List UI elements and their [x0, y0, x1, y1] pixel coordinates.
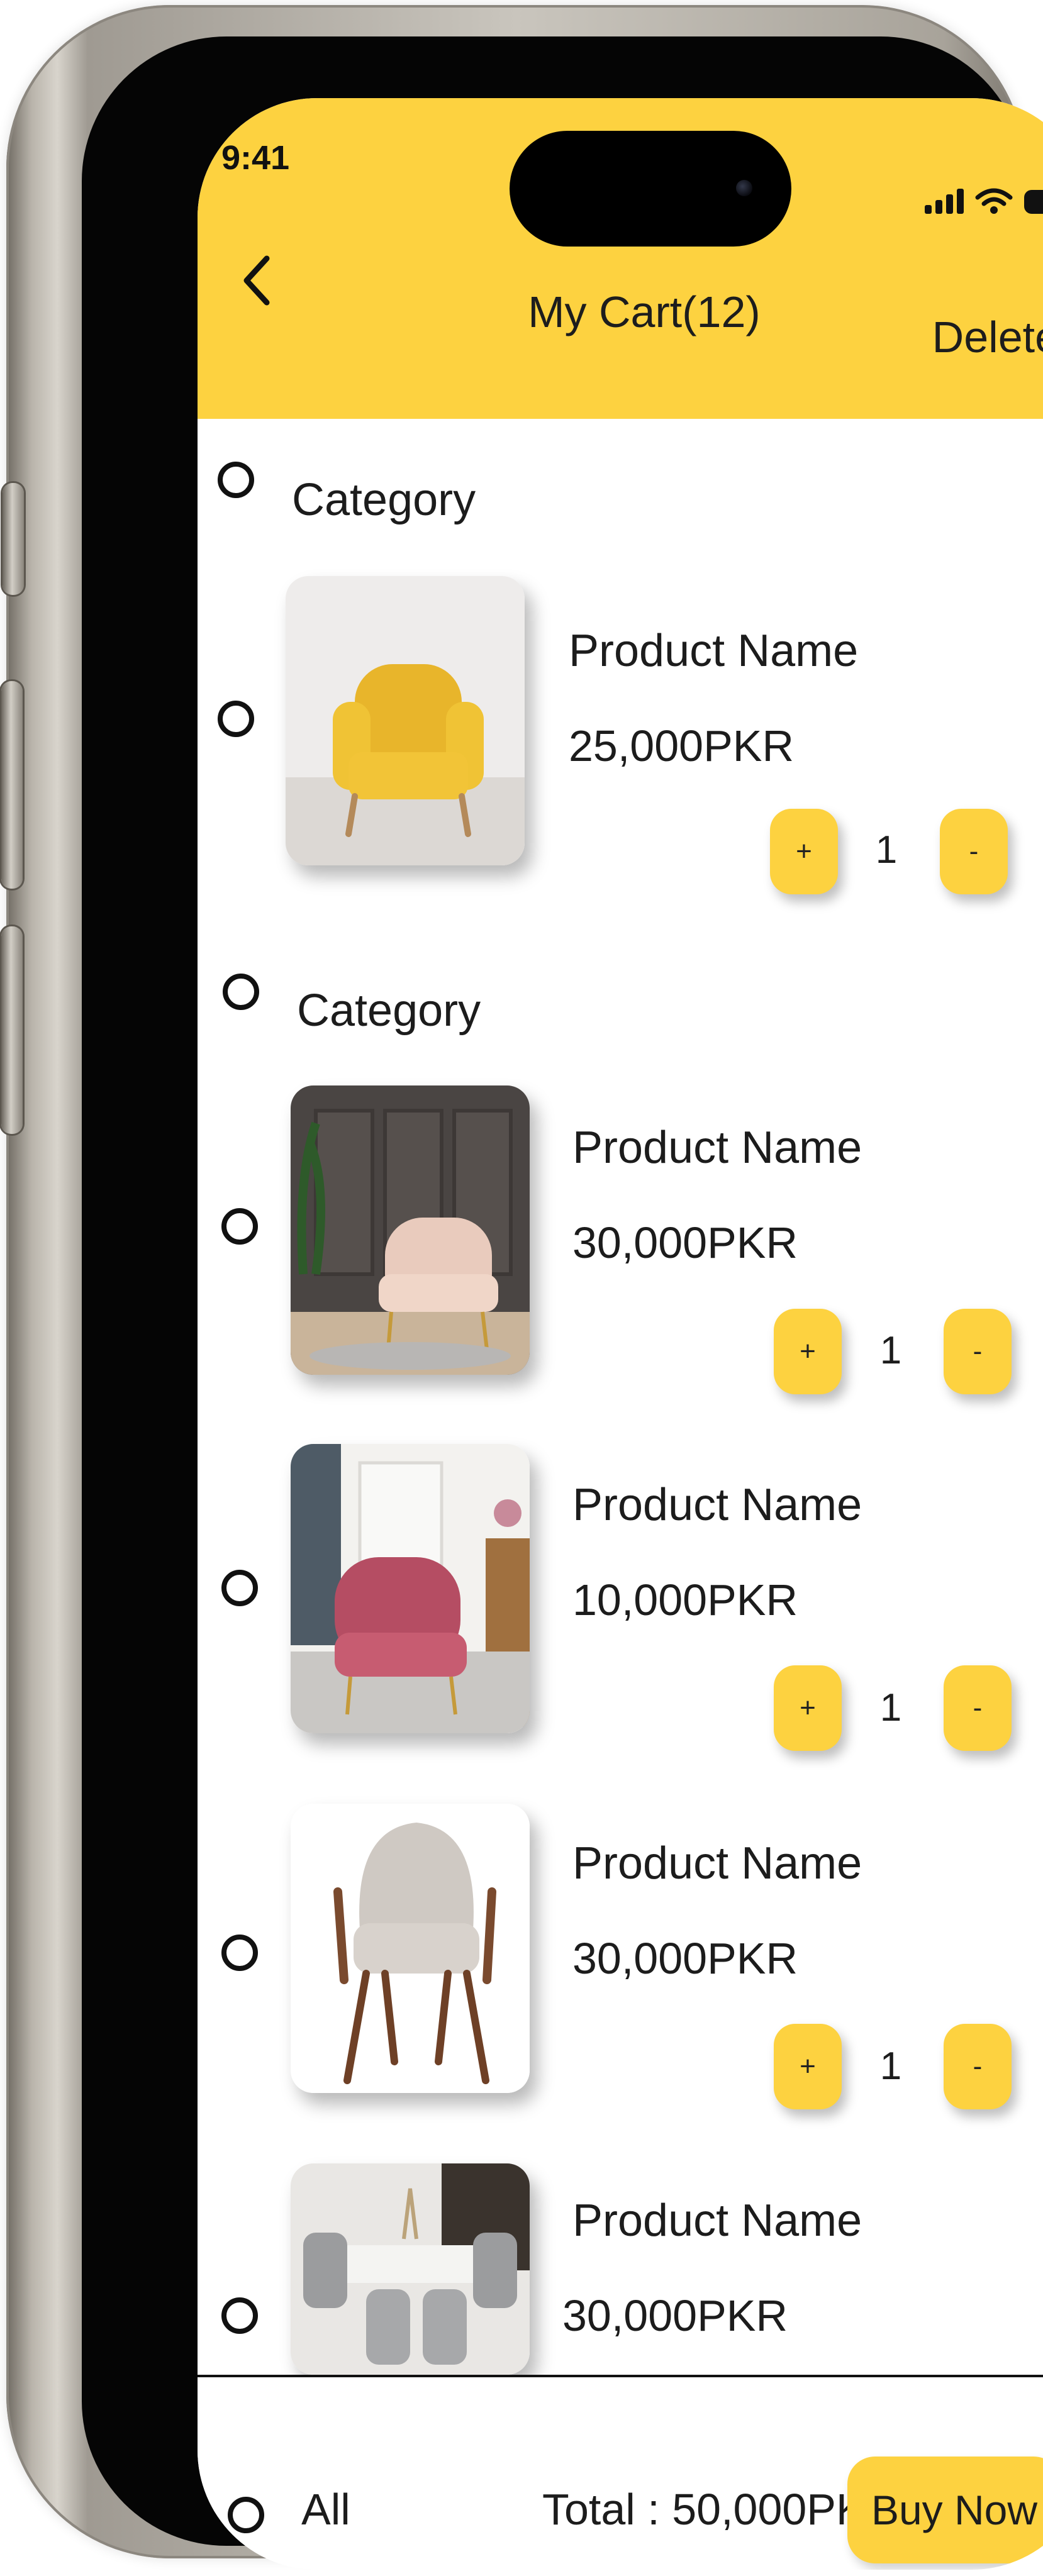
category-select-radio[interactable]	[223, 974, 259, 1010]
product-name: Product Name	[569, 626, 859, 676]
product-price: 30,000PKR	[572, 1934, 798, 1983]
product-name: Product Name	[572, 1123, 862, 1173]
buy-now-button[interactable]: Buy Now	[847, 2457, 1043, 2563]
item-select-radio[interactable]	[218, 701, 254, 737]
quantity-increase-button[interactable]: +	[774, 1665, 842, 1751]
quantity-value: 1	[875, 828, 898, 872]
item-select-radio[interactable]	[221, 2297, 258, 2334]
quantity-increase-button[interactable]: +	[770, 809, 838, 894]
page-title: My Cart(12)	[528, 287, 761, 336]
select-all-label: All	[301, 2485, 350, 2534]
front-camera-icon	[736, 180, 752, 196]
dynamic-island	[510, 131, 791, 247]
product-price: 30,000PKR	[572, 1218, 798, 1267]
product-image[interactable]	[286, 576, 525, 865]
product-price: 10,000PKR	[572, 1575, 798, 1624]
checkout-bar: All Total : 50,000PKR Buy Now	[198, 2375, 1043, 2570]
product-name: Product Name	[572, 1480, 862, 1530]
quantity-value: 1	[879, 1686, 902, 1729]
product-price: 30,000PKR	[562, 2291, 788, 2340]
quantity-decrease-button[interactable]: -	[944, 2024, 1012, 2109]
volume-down-button	[1, 926, 23, 1134]
product-image[interactable]	[291, 1444, 530, 1733]
category-label: Category	[297, 985, 481, 1036]
quantity-value: 1	[879, 2045, 902, 2088]
app-screen: 9:41 My Cart(12) Delete	[198, 98, 1043, 2570]
status-icons	[925, 187, 1043, 214]
total-amount: Total : 50,000PKR	[542, 2485, 898, 2534]
product-price: 25,000PKR	[569, 721, 795, 770]
yellow-armchair-photo	[286, 576, 525, 865]
quantity-increase-button[interactable]: +	[774, 2024, 842, 2109]
dining-chair-photo	[291, 1804, 530, 2093]
select-all-radio[interactable]	[228, 2497, 264, 2533]
beige-armchair-photo	[291, 1085, 530, 1375]
product-image[interactable]	[291, 2163, 530, 2375]
quantity-decrease-button[interactable]: -	[944, 1665, 1012, 1751]
delete-button[interactable]: Delete	[932, 312, 1043, 362]
quantity-decrease-button[interactable]: -	[944, 1309, 1012, 1394]
dining-room-photo	[291, 2163, 530, 2375]
signal-icon	[925, 189, 964, 214]
product-image[interactable]	[291, 1804, 530, 2093]
item-select-radio[interactable]	[221, 1935, 258, 1971]
volume-up-button	[1, 681, 23, 889]
action-button	[3, 483, 24, 595]
category-select-radio[interactable]	[218, 462, 254, 498]
screen-bezel: 9:41 My Cart(12) Delete	[82, 36, 1043, 2570]
product-image[interactable]	[291, 1085, 530, 1375]
item-select-radio[interactable]	[221, 1208, 258, 1245]
quantity-decrease-button[interactable]: -	[940, 809, 1008, 894]
status-time: 9:41	[221, 139, 290, 177]
battery-icon	[1024, 190, 1043, 214]
wifi-icon	[975, 188, 1013, 214]
product-name: Product Name	[572, 2196, 862, 2246]
quantity-value: 1	[879, 1329, 902, 1372]
quantity-increase-button[interactable]: +	[774, 1309, 842, 1394]
product-name: Product Name	[572, 1838, 862, 1889]
category-label: Category	[292, 475, 476, 525]
phone-frame: 9:41 My Cart(12) Delete	[1, 5, 1043, 2570]
item-select-radio[interactable]	[221, 1570, 258, 1606]
pink-armchair-photo	[291, 1444, 530, 1733]
